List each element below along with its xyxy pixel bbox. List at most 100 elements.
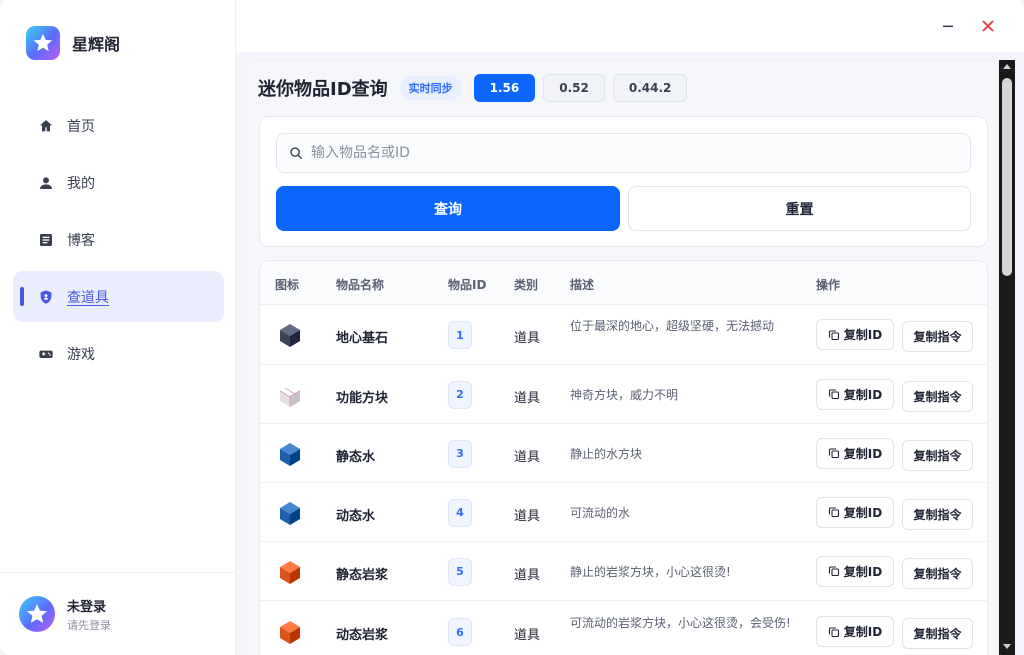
title-bar [236,0,1024,52]
block-water-icon [276,499,304,531]
sidebar: 星辉阁 首页 我的 博客 查道具 游戏 未登录 请先登录 [0,0,236,655]
copy-id-label: 复制ID [843,387,883,402]
main-content: 迷你物品ID查询 实时同步 1.56 0.52 0.44.2 查询 重置 图标 … [246,60,998,655]
item-description: 神奇方块，威力不明 [570,387,679,402]
version-tab-0-52[interactable]: 0.52 [543,74,605,102]
header-name: 物品名称 [336,278,385,292]
item-description: 静止的水方块 [570,446,643,461]
header-id: 物品ID [448,278,487,292]
minimize-button[interactable] [936,14,960,38]
user-icon [37,174,55,192]
item-name: 地心基石 [336,331,389,346]
copy-command-button[interactable]: 复制指令 [902,439,973,471]
item-name: 动态岩浆 [336,628,389,643]
copy-id-button[interactable]: 复制ID [816,616,894,647]
blog-icon [37,231,55,249]
item-description: 可流动的岩浆方块，小心这很烫，会受伤! [570,616,791,630]
page-header: 迷你物品ID查询 实时同步 1.56 0.52 0.44.2 [258,73,688,103]
avatar [19,596,55,632]
minimize-icon [943,25,953,28]
copy-icon [828,626,839,637]
copy-icon [828,389,839,400]
gamepad-icon [37,345,55,363]
block-lava-icon [276,558,304,590]
search-box[interactable] [276,133,971,173]
sidebar-item-item-search[interactable]: 查道具 [13,271,224,322]
copy-command-button[interactable]: 复制指令 [902,557,973,589]
sidebar-item-mine[interactable]: 我的 [13,157,224,208]
copy-id-button[interactable]: 复制ID [816,496,894,528]
table-row: 地心基石 1 道具 位于最深的地心，超级坚硬，无法撼动复制ID 复制指令 [260,305,987,365]
sidebar-item-label: 游戏 [67,346,95,363]
item-id-badge: 1 [448,321,472,349]
sidebar-item-home[interactable]: 首页 [13,100,224,151]
table-row: 静态岩浆 5 道具 静止的岩浆方块，小心这很烫! 复制ID 复制指令 [260,542,987,601]
copy-id-label: 复制ID [843,625,883,639]
item-category: 道具 [514,628,541,643]
item-name: 静态水 [336,449,376,465]
copy-id-button[interactable]: 复制ID [816,437,894,469]
copy-id-label: 复制ID [843,328,883,342]
table-row: 动态水 4 道具 可流动的水 复制ID 复制指令 [260,483,987,542]
item-id-badge: 6 [448,618,472,646]
search-input[interactable] [311,145,951,161]
item-category: 道具 [514,449,541,465]
sidebar-item-label: 查道具 [67,289,109,306]
version-tab-0-44-2[interactable]: 0.44.2 [612,74,688,102]
search-icon [290,147,302,159]
copy-id-button[interactable]: 复制ID [816,319,894,350]
app-window: 星辉阁 首页 我的 博客 查道具 游戏 未登录 请先登录 迷你物品ID查询 实时… [0,0,1024,655]
copy-command-button[interactable]: 复制指令 [902,498,973,530]
close-icon [982,20,994,32]
item-name: 静态岩浆 [336,567,389,583]
copy-command-button[interactable]: 复制指令 [902,380,973,412]
item-category: 道具 [514,331,541,346]
item-id-badge: 5 [448,557,472,586]
scrollbar[interactable] [999,60,1015,655]
item-category: 道具 [514,390,541,406]
sidebar-item-games[interactable]: 游戏 [13,328,224,379]
version-tab-1-56[interactable]: 1.56 [473,74,536,102]
home-icon [37,117,55,135]
sidebar-item-blog[interactable]: 博客 [13,214,224,265]
copy-id-button[interactable]: 复制ID [816,378,894,410]
items-table: 图标 物品名称 物品ID 类别 描述 操作 地心基石 1 道具 位于最深的地心，超级坚… [259,260,988,655]
copy-id-button[interactable]: 复制ID [816,555,894,587]
brand: 星辉阁 [26,26,120,60]
item-description: 位于最深的地心，超级坚硬，无法撼动 [570,319,775,333]
reset-button[interactable]: 重置 [628,186,971,231]
user-panel[interactable]: 未登录 请先登录 [0,572,236,655]
table-row: 静态水 3 道具 静止的水方块 复制ID 复制指令 [260,424,987,483]
item-category: 道具 [514,567,541,583]
item-name: 动态水 [336,508,376,524]
sync-badge: 实时同步 [399,76,462,100]
sidebar-item-label: 博客 [67,232,95,249]
copy-id-label: 复制ID [843,505,883,520]
block-function-icon [276,381,304,413]
block-water-icon [276,440,304,472]
copy-id-label: 复制ID [843,446,883,461]
table-row: 功能方块 2 道具 神奇方块，威力不明 复制ID 复制指令 [260,365,987,424]
scroll-up-arrow-icon[interactable] [1003,64,1011,69]
item-name: 功能方块 [336,390,389,406]
copy-command-button[interactable]: 复制指令 [902,321,973,352]
copy-icon [828,329,839,340]
scroll-down-arrow-icon[interactable] [1003,644,1011,649]
scroll-thumb[interactable] [1002,78,1012,276]
item-id-badge: 2 [448,380,472,409]
item-id-badge: 4 [448,498,472,527]
header-category: 类别 [514,278,539,292]
block-lava-icon [276,618,304,650]
active-indicator [20,287,24,306]
item-category: 道具 [514,508,541,524]
item-description: 静止的岩浆方块，小心这很烫! [570,564,731,579]
close-button[interactable] [976,14,1000,38]
user-login-hint: 请先登录 [67,618,111,632]
header-actions: 操作 [816,278,841,292]
table-row: 动态岩浆 6 道具 可流动的岩浆方块，小心这很烫，会受伤! 复制ID 复制指令 [260,601,987,655]
table-header: 图标 物品名称 物品ID 类别 描述 操作 [260,261,987,305]
copy-command-button[interactable]: 复制指令 [902,618,973,649]
query-button[interactable]: 查询 [276,186,620,231]
copy-icon [828,566,839,577]
header-icon: 图标 [275,278,300,292]
